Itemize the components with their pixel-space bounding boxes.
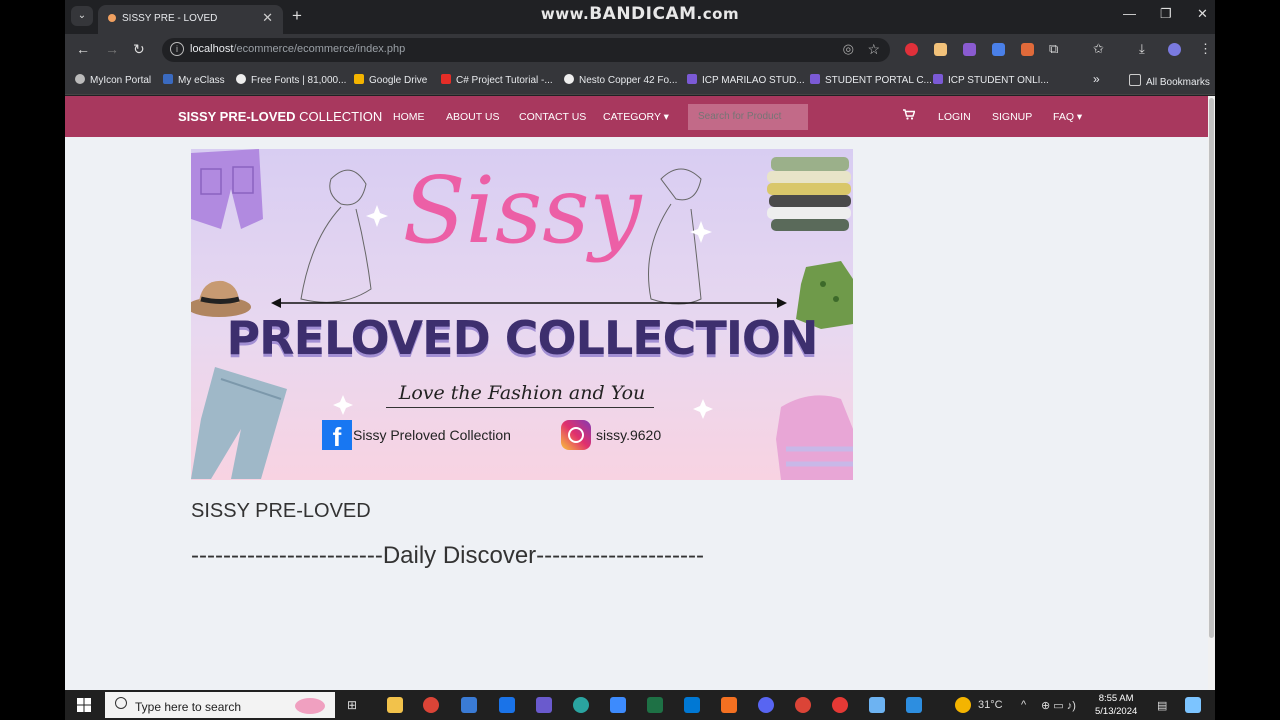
tray-icons[interactable]: ⊕ ▭ ♪) <box>1041 699 1076 712</box>
folder-icon <box>1129 74 1141 86</box>
mail-icon[interactable] <box>499 697 515 713</box>
eclass-icon <box>163 74 173 84</box>
xampp-icon[interactable] <box>721 697 737 713</box>
form-icon <box>687 74 697 84</box>
more-bookmarks-button[interactable]: » <box>1093 72 1100 86</box>
section-title: ------------------------Daily Discover--… <box>191 542 705 569</box>
taskbar-search[interactable]: Type here to search <box>105 692 335 718</box>
bookmark-item[interactable]: ICP MARILAO STUD... <box>687 74 805 86</box>
instagram-icon <box>561 420 591 450</box>
u-app-icon[interactable] <box>461 697 477 713</box>
page-scrollbar[interactable] <box>1208 96 1215 690</box>
site-info-icon[interactable]: i <box>170 42 184 56</box>
fonts-icon <box>236 74 246 84</box>
android-studio-icon[interactable] <box>610 697 626 713</box>
excel-icon[interactable] <box>647 697 663 713</box>
extension-arrow-icon[interactable] <box>1021 43 1034 56</box>
web-page: SISSY PRE-LOVED COLLECTION HOME ABOUT US… <box>65 96 1208 690</box>
facebook-handle: Sissy Preloved Collection <box>353 427 511 443</box>
vscode-icon[interactable] <box>684 697 700 713</box>
banner-tagline: Love the Fashion and You <box>398 382 646 404</box>
facebook-icon: f <box>322 420 352 452</box>
windows-start-icon[interactable] <box>77 698 91 712</box>
nav-contact[interactable]: CONTACT US <box>519 111 586 123</box>
task-view-icon[interactable]: ⊞ <box>347 698 357 712</box>
chevron-up-icon[interactable]: ^ <box>1021 699 1026 711</box>
bookmark-item[interactable]: Nesto Copper 42 Fo... <box>564 74 677 86</box>
banner-title: PRELOVED COLLECTION <box>226 311 818 365</box>
discord-icon[interactable] <box>758 697 774 713</box>
form-icon <box>933 74 943 84</box>
notes-icon[interactable] <box>869 697 885 713</box>
nav-faq[interactable]: FAQ ▾ <box>1053 111 1082 123</box>
eye-off-icon[interactable]: ◎ <box>843 41 854 57</box>
all-bookmarks-button[interactable]: All Bookmarks <box>1129 74 1210 88</box>
download-icon[interactable]: ⤓ <box>1139 41 1145 57</box>
search-input[interactable] <box>688 104 808 130</box>
bandicam-watermark: www.BANDICAM.com <box>540 4 740 24</box>
extension-red-icon[interactable] <box>905 43 918 56</box>
taskbar-search-placeholder: Type here to search <box>135 700 242 714</box>
bookmark-item[interactable]: C# Project Tutorial -... <box>441 74 553 86</box>
extension-blue-icon[interactable] <box>992 43 1005 56</box>
notification-icon[interactable]: ▤ <box>1157 699 1167 712</box>
bookmark-item[interactable]: Free Fonts | 81,000... <box>236 74 346 86</box>
banner-script-title: Sissy <box>402 157 642 264</box>
drive-icon <box>354 74 364 84</box>
cart-icon[interactable] <box>903 109 915 120</box>
app-blue-icon[interactable] <box>906 697 922 713</box>
back-icon[interactable]: ← <box>76 41 90 57</box>
form-icon <box>810 74 820 84</box>
edge-icon[interactable] <box>573 697 589 713</box>
puzzle-icon[interactable]: ⧉ <box>1049 41 1058 57</box>
bookmark-item[interactable]: My eClass <box>163 74 225 86</box>
search-icon <box>115 697 127 709</box>
url-text[interactable]: localhost/ecommerce/ecommerce/index.php <box>190 43 405 55</box>
nav-signup[interactable]: SIGNUP <box>992 111 1032 123</box>
bookmark-star-icon[interactable]: ☆ <box>867 41 880 58</box>
bookmark-item[interactable]: STUDENT PORTAL C... <box>810 74 932 86</box>
page-heading: SISSY PRE-LOVED <box>191 500 371 522</box>
nav-category[interactable]: CATEGORY ▾ <box>603 111 669 123</box>
address-bar[interactable]: i localhost/ecommerce/ecommerce/index.ph… <box>162 38 890 62</box>
bookmark-item[interactable]: ICP STUDENT ONLI... <box>933 74 1049 86</box>
windows-taskbar: Type here to search ⊞ 31°C ^ ⊕ ▭ ♪) 8:55… <box>65 690 1215 720</box>
sweater-illustration <box>776 395 853 480</box>
extension-orange-icon[interactable] <box>934 43 947 56</box>
app-icon[interactable] <box>536 697 552 713</box>
lotus-icon <box>295 698 325 714</box>
youtube-icon <box>441 74 451 84</box>
browser-window: ⌄ SISSY PRE - LOVED ✕ + — ❐ ✕ ← → ↻ i lo… <box>65 0 1215 690</box>
avatar[interactable] <box>1168 43 1181 56</box>
nav-login[interactable]: LOGIN <box>938 111 971 123</box>
extension-purple-icon[interactable] <box>963 43 976 56</box>
globe-icon <box>75 74 85 84</box>
browser-toolbar: ← → ↻ i localhost/ecommerce/ecommerce/in… <box>65 34 1215 66</box>
system-clock[interactable]: 8:55 AM 5/13/2024 <box>1095 692 1137 718</box>
nav-about[interactable]: ABOUT US <box>446 111 499 123</box>
bookmark-item[interactable]: MyIcon Portal <box>75 74 151 86</box>
weather-icon <box>955 697 971 713</box>
site-brand[interactable]: SISSY PRE-LOVED COLLECTION <box>178 109 382 124</box>
fonts-icon <box>564 74 574 84</box>
tagline-underline <box>386 407 654 408</box>
weather-temp[interactable]: 31°C <box>978 699 1003 711</box>
chrome-icon[interactable] <box>423 697 439 713</box>
hero-banner: Sissy PRELOVED COLLECTION Love the Fashi… <box>191 149 853 480</box>
instagram-handle: sissy.9620 <box>596 427 662 443</box>
menu-icon[interactable]: ⋮ <box>1199 41 1212 57</box>
site-navbar: SISSY PRE-LOVED COLLECTION HOME ABOUT US… <box>65 96 1208 137</box>
chrome-active-icon[interactable] <box>795 697 811 713</box>
copilot-icon[interactable] <box>1185 697 1201 713</box>
bookmarks-bar: MyIcon Portal My eClass Free Fonts | 81,… <box>65 66 1215 95</box>
file-explorer-icon[interactable] <box>387 697 403 713</box>
bookmarks-star-icon[interactable]: ✩ <box>1093 41 1104 57</box>
reload-icon[interactable]: ↻ <box>133 41 145 58</box>
bookmark-item[interactable]: Google Drive <box>354 74 427 86</box>
record-icon[interactable] <box>832 697 848 713</box>
scrollbar-thumb[interactable] <box>1209 98 1214 638</box>
nav-home[interactable]: HOME <box>393 111 425 123</box>
forward-icon[interactable]: → <box>105 41 119 57</box>
